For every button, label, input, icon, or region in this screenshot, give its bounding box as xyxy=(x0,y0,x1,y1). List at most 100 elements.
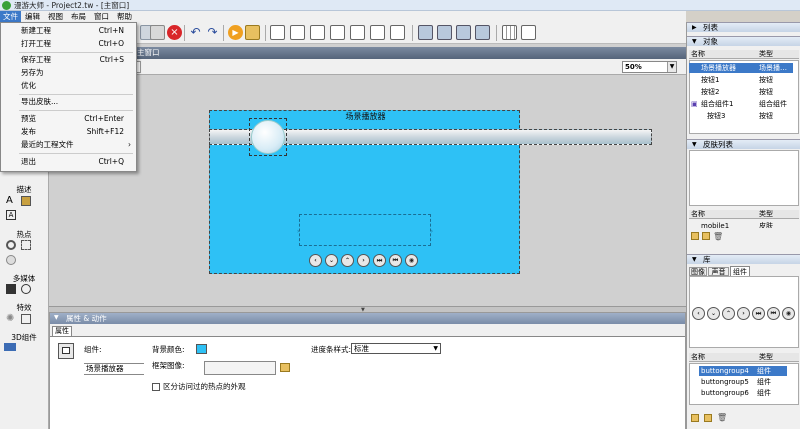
list-item[interactable]: buttongroup5 组件 xyxy=(699,377,787,387)
align-middle-icon[interactable] xyxy=(350,25,365,40)
grid-icon[interactable] xyxy=(502,25,517,40)
video-tool-icon[interactable] xyxy=(6,284,16,294)
trash-icon[interactable]: 🗑 xyxy=(713,232,723,241)
list-item[interactable]: 按钮2 按钮 xyxy=(689,87,793,97)
left-handle-icon: › xyxy=(297,228,300,235)
list-item[interactable]: 按钮3 按钮 xyxy=(689,111,793,121)
last-button[interactable]: ⏭ xyxy=(373,254,386,267)
prev-button: ‹ xyxy=(692,307,705,320)
menu-item-preview[interactable]: 预览 Ctrl+Enter xyxy=(1,113,136,125)
library-item-type: 组件 xyxy=(757,389,771,397)
undo-icon[interactable]: ↶ xyxy=(188,25,203,40)
bgcolor-swatch[interactable] xyxy=(196,344,207,354)
list-item[interactable]: ▣ 组合组件1 组合组件 xyxy=(689,99,793,109)
list-item[interactable]: 按钮1 按钮 xyxy=(689,75,793,85)
list-item[interactable]: 场景播放器 场景播… xyxy=(689,63,793,73)
bring-front-icon[interactable] xyxy=(418,25,433,40)
frame-image-field[interactable] xyxy=(204,361,276,375)
object-name: 按钮3 xyxy=(707,112,726,120)
file-menu-dropdown: 新建工程 Ctrl+N 打开工程 Ctrl+O 保存工程 Ctrl+S 另存为 优化 … xyxy=(0,22,137,172)
align-center-icon[interactable] xyxy=(290,25,305,40)
menu-item-recent-projects[interactable]: 最近的工程文件 › xyxy=(1,139,136,151)
properties-title: 属性 & 动作 xyxy=(66,314,107,323)
send-backward-icon[interactable] xyxy=(475,25,490,40)
hotspot-polygon-icon[interactable] xyxy=(6,255,16,265)
tab-library-images[interactable]: 图像 xyxy=(689,267,707,276)
list-item[interactable]: buttongroup4 组件 xyxy=(699,366,787,376)
menu-item-exit[interactable]: 退出 Ctrl+Q xyxy=(1,156,136,168)
next-button[interactable]: › xyxy=(357,254,370,267)
align-bottom-icon[interactable] xyxy=(370,25,385,40)
skin-panel-header[interactable]: ▼ 皮肤列表 xyxy=(687,139,800,149)
prev-button[interactable]: ‹ xyxy=(309,254,322,267)
align-top-icon[interactable] xyxy=(330,25,345,40)
button-group-box[interactable]: › › xyxy=(297,214,433,246)
list-panel-header[interactable]: ▶ 列表 xyxy=(687,22,800,32)
flash-tool-icon[interactable] xyxy=(21,284,31,294)
snap-icon[interactable] xyxy=(521,25,536,40)
publish-icon[interactable] xyxy=(245,25,260,40)
menu-item-save-as[interactable]: 另存为 xyxy=(1,67,136,79)
menu-item-save-project[interactable]: 保存工程 Ctrl+S xyxy=(1,54,136,66)
new-library-icon[interactable] xyxy=(691,414,699,422)
menu-edit[interactable]: 编辑 xyxy=(22,11,43,22)
list-item[interactable]: mobile1 皮肤 xyxy=(689,221,793,228)
bring-forward-icon[interactable] xyxy=(456,25,471,40)
3d-component-icon[interactable] xyxy=(4,343,16,351)
tab-library-sounds[interactable]: 声音 xyxy=(708,267,729,276)
document-tab[interactable]: 主窗口 xyxy=(49,47,686,59)
progress-knob[interactable] xyxy=(249,118,287,156)
up-button: ⌃ xyxy=(722,307,735,320)
delete-icon[interactable]: × xyxy=(167,25,182,40)
menu-help[interactable]: 帮助 xyxy=(114,11,135,22)
align-right-icon[interactable] xyxy=(310,25,325,40)
down-button[interactable]: ⌄ xyxy=(325,254,338,267)
tab-library-components[interactable]: 组件 xyxy=(730,266,750,276)
trash-icon[interactable]: 🗑 xyxy=(717,413,727,422)
distribute-h-icon[interactable] xyxy=(390,25,405,40)
new-skin-icon[interactable] xyxy=(691,232,699,240)
redo-icon[interactable]: ↷ xyxy=(205,25,220,40)
menu-file[interactable]: 文件 xyxy=(0,11,21,22)
collapse-arrow-icon: ▼ xyxy=(692,38,697,45)
image-tool-icon[interactable] xyxy=(21,196,31,206)
column-type: 类型 xyxy=(759,210,773,218)
library-preview: ‹ ⌄ ⌃ › ⏭ ⏮ ◉ xyxy=(689,276,799,348)
align-left-icon[interactable] xyxy=(270,25,285,40)
menu-item-publish[interactable]: 发布 Shift+F12 xyxy=(1,126,136,138)
textbox-tool-icon[interactable]: A xyxy=(6,210,16,220)
menu-item-new-project[interactable]: 新建工程 Ctrl+N xyxy=(1,25,136,37)
send-back-icon[interactable] xyxy=(437,25,452,40)
column-name: 名称 xyxy=(691,210,705,218)
text-tool-icon[interactable]: A xyxy=(6,196,16,206)
tool-category-multimedia: 多媒体 xyxy=(12,274,36,283)
column-type: 类型 xyxy=(759,353,773,361)
open-skin-icon[interactable] xyxy=(702,232,710,240)
menu-item-open-project[interactable]: 打开工程 Ctrl+O xyxy=(1,38,136,50)
sun-effect-icon[interactable]: ✺ xyxy=(6,314,16,324)
tab-properties[interactable]: 属性 xyxy=(52,326,72,336)
first-button[interactable]: ⏮ xyxy=(389,254,402,267)
rain-effect-icon[interactable] xyxy=(21,314,31,324)
zoom-select[interactable]: 50% ▼ xyxy=(622,61,677,73)
menu-item-optimize[interactable]: 优化 xyxy=(1,80,136,92)
paste-icon[interactable] xyxy=(150,25,165,40)
list-item[interactable]: buttongroup6 组件 xyxy=(699,388,787,398)
up-button[interactable]: ⌃ xyxy=(341,254,354,267)
visited-hotspot-checkbox[interactable] xyxy=(152,383,160,391)
collapse-arrow-icon: ▼ xyxy=(692,256,697,263)
objects-panel-header[interactable]: ▼ 对象 xyxy=(687,36,800,46)
play-icon[interactable]: ▶ xyxy=(228,25,243,40)
menu-view[interactable]: 视图 xyxy=(45,11,66,22)
autoplay-button[interactable]: ◉ xyxy=(405,254,418,267)
hotspot-circle-icon[interactable] xyxy=(6,240,16,250)
library-panel-header[interactable]: ▼ 库 xyxy=(687,254,800,264)
menu-layout[interactable]: 布局 xyxy=(68,11,89,22)
menu-item-export-skin[interactable]: 导出皮肤... xyxy=(1,96,136,108)
open-library-icon[interactable] xyxy=(704,414,712,422)
hotspot-rect-icon[interactable] xyxy=(21,240,31,250)
menu-window[interactable]: 窗口 xyxy=(91,11,112,22)
progress-style-select[interactable]: 标准 ▼ xyxy=(351,343,441,354)
folder-icon[interactable] xyxy=(280,363,290,372)
collapse-arrow-icon[interactable]: ▼ xyxy=(54,314,59,321)
